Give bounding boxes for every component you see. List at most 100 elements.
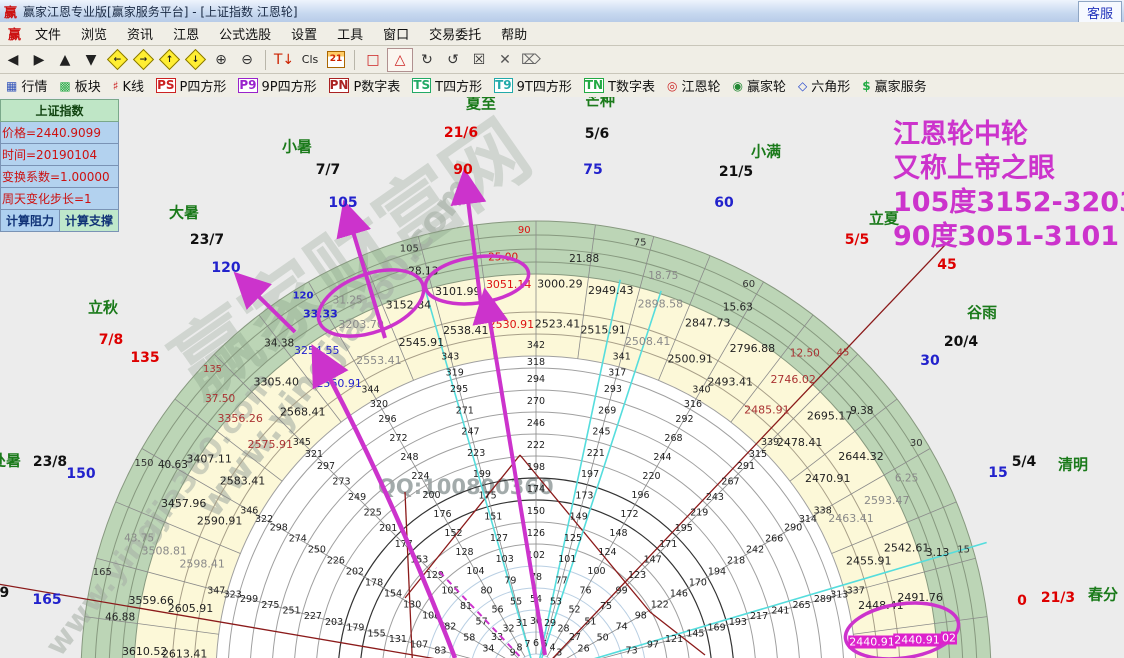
svg-text:221: 221 — [587, 448, 605, 459]
svg-text:3000.29: 3000.29 — [537, 278, 583, 291]
svg-text:169: 169 — [708, 623, 726, 634]
time-axis-icon[interactable]: T↓ — [272, 49, 296, 71]
svg-text:120: 120 — [293, 291, 314, 302]
9p-square-button-label: 9P四方形 — [262, 76, 317, 95]
diamond-right-icon[interactable]: → — [131, 49, 155, 71]
menu-item-1[interactable]: 浏览 — [71, 22, 117, 45]
svg-text:145: 145 — [686, 628, 704, 639]
wheel-label-23/7: 23/7 — [190, 232, 224, 248]
prev-arrow-icon[interactable]: ◀ — [1, 49, 25, 71]
svg-text:299: 299 — [240, 594, 258, 605]
svg-text:318: 318 — [527, 357, 545, 368]
svg-text:74: 74 — [616, 622, 628, 633]
svg-text:291: 291 — [737, 461, 755, 472]
svg-text:2530.91: 2530.91 — [489, 318, 535, 331]
svg-text:3305.40: 3305.40 — [254, 375, 300, 388]
step-row: 周天变化步长=1 — [0, 188, 119, 210]
t-table-button[interactable]: TNT数字表 — [584, 76, 655, 95]
quote-button[interactable]: ▦行情 — [6, 76, 47, 95]
svg-text:101: 101 — [558, 554, 576, 565]
svg-text:135: 135 — [203, 364, 222, 375]
svg-text:342: 342 — [527, 340, 545, 351]
p-square-button[interactable]: PSP四方形 — [156, 76, 226, 95]
customer-service-tab[interactable]: 客服 — [1078, 1, 1122, 24]
toolbar-modules: ▦行情 ▩板块 ♯K线 PSP四方形 P99P四方形 PNP数字表 TST四方形 T99T四方… — [0, 74, 1124, 98]
wheel-label-谷雨: 谷雨 — [967, 302, 997, 323]
clear-tool-icon[interactable]: ⌦ — [519, 49, 543, 71]
diamond-up-icon[interactable]: ↑ — [157, 49, 181, 71]
svg-text:242: 242 — [746, 545, 764, 556]
up-arrow-icon[interactable]: ▲ — [53, 49, 77, 71]
rotate-ccw-icon[interactable]: ↺ — [441, 49, 465, 71]
kline-button[interactable]: ♯K线 — [113, 76, 144, 95]
gann-wheel-button-label: 江恩轮 — [682, 76, 721, 95]
calendar-icon[interactable]: 21 — [324, 49, 348, 71]
cls-button[interactable]: Cls — [298, 49, 322, 71]
menu-item-5[interactable]: 设置 — [281, 22, 327, 45]
winner-wheel-button[interactable]: ◉赢家轮 — [733, 76, 787, 95]
svg-text:251: 251 — [283, 606, 301, 617]
menu-item-2[interactable]: 资讯 — [117, 22, 163, 45]
menu-item-7[interactable]: 窗口 — [373, 22, 419, 45]
svg-text:296: 296 — [378, 414, 396, 425]
9t-square-button[interactable]: T99T四方形 — [494, 76, 572, 95]
svg-text:249: 249 — [348, 492, 366, 503]
selected-price-value[interactable]: 2440.91 — [848, 636, 896, 649]
winner-service-button[interactable]: $赢家服务 — [862, 76, 926, 95]
quote-icon: ▦ — [6, 79, 17, 93]
crosshair-icon[interactable]: ✕ — [493, 49, 517, 71]
svg-text:246: 246 — [527, 418, 545, 429]
wheel-label-7/7: 7/7 — [316, 162, 341, 178]
menu-item-3[interactable]: 江恩 — [163, 22, 209, 45]
svg-text:217: 217 — [750, 611, 768, 622]
menu-item-8[interactable]: 交易委托 — [419, 22, 491, 45]
svg-text:57: 57 — [476, 617, 488, 628]
t-square-button[interactable]: TST四方形 — [412, 76, 482, 95]
triangle-tool-icon[interactable]: △ — [387, 48, 413, 72]
diamond-left-icon[interactable]: ← — [105, 49, 129, 71]
calc-support-button[interactable]: 计算支撑 — [60, 210, 119, 232]
svg-text:243: 243 — [706, 492, 724, 503]
zoom-in-icon[interactable]: ⊕ — [209, 49, 233, 71]
menu-item-0[interactable]: 文件 — [25, 22, 71, 45]
next-arrow-icon[interactable]: ▶ — [27, 49, 51, 71]
toolbar-main: ◀▶▲▼←→↑↓⊕⊖ T↓Cls21 □△↻↺☒✕⌦ — [0, 46, 1124, 74]
svg-text:199: 199 — [473, 469, 491, 480]
menu-item-4[interactable]: 公式选股 — [209, 22, 281, 45]
gann-wheel-button[interactable]: ◎江恩轮 — [667, 76, 721, 95]
selected-price-value[interactable]: 2440.91 — [893, 634, 941, 647]
svg-text:127: 127 — [490, 533, 508, 544]
svg-text:56: 56 — [491, 604, 503, 615]
menu-item-6[interactable]: 工具 — [327, 22, 373, 45]
selected-price-value[interactable]: 02 — [941, 632, 957, 645]
kline-icon: ♯ — [113, 79, 119, 93]
9p-square-button[interactable]: P99P四方形 — [238, 76, 316, 95]
down-arrow-icon[interactable]: ▼ — [79, 49, 103, 71]
p-table-button[interactable]: PNP数字表 — [329, 76, 401, 95]
wheel-label-60: 60 — [714, 195, 733, 211]
menu-item-9[interactable]: 帮助 — [491, 22, 537, 45]
zoom-out-icon[interactable]: ⊖ — [235, 49, 259, 71]
svg-text:320: 320 — [370, 399, 388, 410]
calc-resistance-button[interactable]: 计算阻力 — [0, 210, 60, 232]
svg-text:341: 341 — [613, 351, 631, 362]
menu-bar: 赢 文件浏览资讯江恩公式选股设置工具窗口交易委托帮助 — [0, 22, 1124, 46]
annotation-text: 江恩轮中轮 又称上帝之眼 105度3152-3203 90度3051-3101 — [893, 118, 1124, 254]
wheel-label-0: 0 — [1017, 593, 1027, 609]
diamond-down-icon[interactable]: ↓ — [183, 49, 207, 71]
svg-text:193: 193 — [729, 617, 747, 628]
t-table-button-label: T数字表 — [608, 76, 655, 95]
sector-button[interactable]: ▩板块 — [59, 76, 100, 95]
annotation-line-2: 又称上帝之眼 — [893, 152, 1124, 186]
svg-text:218: 218 — [727, 556, 745, 567]
wheel-label-21/5: 21/5 — [719, 164, 753, 180]
rotate-cw-icon[interactable]: ↻ — [415, 49, 439, 71]
boxed-x-icon[interactable]: ☒ — [467, 49, 491, 71]
svg-text:30: 30 — [910, 438, 923, 449]
wheel-label-75: 75 — [583, 162, 602, 178]
svg-text:203: 203 — [325, 617, 343, 628]
hexagon-button[interactable]: ◇六角形 — [798, 76, 850, 95]
svg-text:100: 100 — [587, 566, 605, 577]
square-tool-icon[interactable]: □ — [361, 49, 385, 71]
svg-text:130: 130 — [403, 600, 421, 611]
